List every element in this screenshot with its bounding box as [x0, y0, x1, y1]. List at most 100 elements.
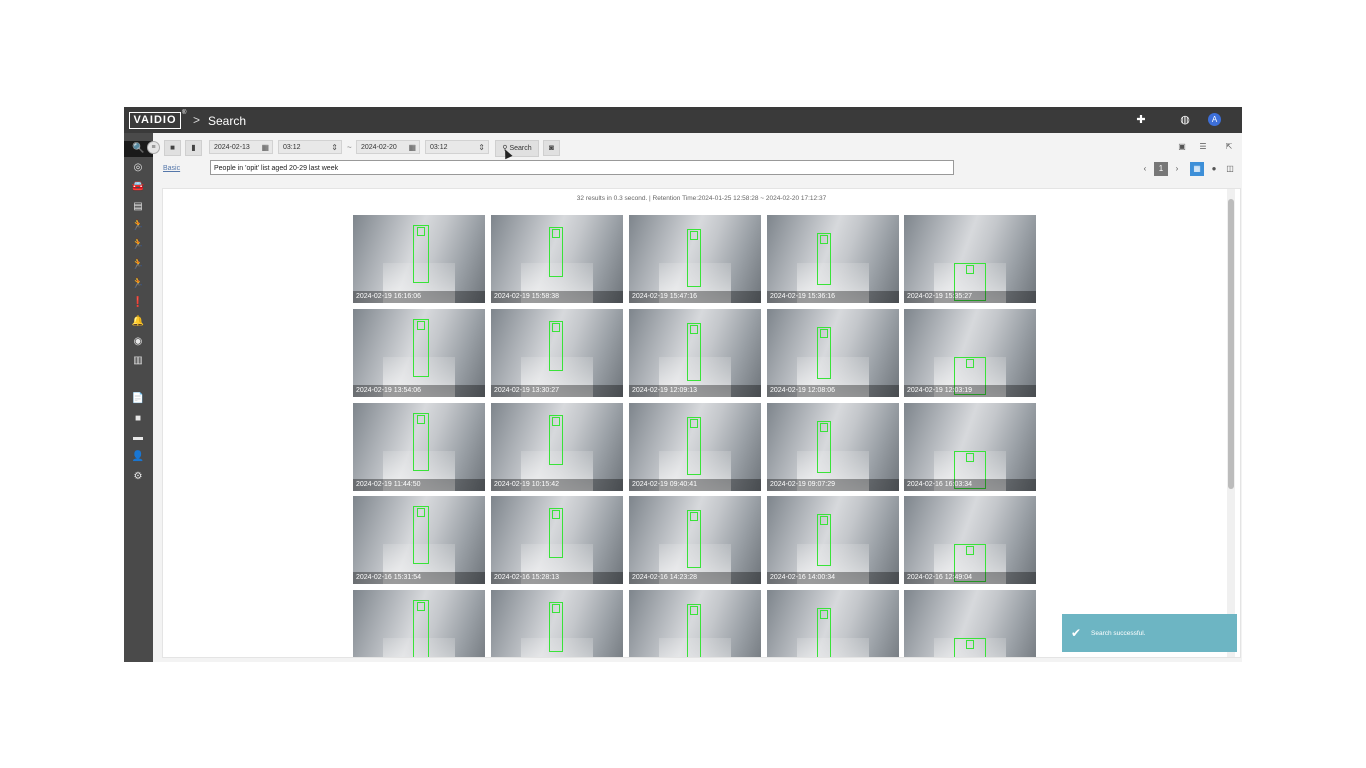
search-button-label: Search [509, 145, 532, 152]
result-timestamp: 2024-02-19 09:40:41 [629, 479, 761, 491]
face-box [690, 606, 698, 615]
corridor-floor [797, 638, 869, 657]
start-date-input[interactable]: 2024-02-13 ▦ [209, 140, 273, 154]
document-icon[interactable]: 📄 [130, 391, 146, 407]
result-thumbnail[interactable] [767, 590, 899, 657]
result-thumbnail[interactable]: 2024-02-16 15:31:54 [353, 496, 485, 584]
result-thumbnail[interactable]: 2024-02-19 11:44:50 [353, 403, 485, 491]
query-input[interactable]: People in 'opit' list aged 20-29 last we… [210, 160, 954, 175]
toast-message: Search successful. [1091, 630, 1146, 637]
result-thumbnail[interactable]: 2024-02-19 15:47:16 [629, 215, 761, 303]
result-thumbnail[interactable]: 2024-02-19 12:09:13 [629, 309, 761, 397]
person-action-icon[interactable]: 🏃 [130, 276, 146, 292]
result-timestamp: 2024-02-19 12:09:13 [629, 385, 761, 397]
result-thumbnail[interactable]: 2024-02-19 12:03:19 [904, 309, 1036, 397]
alert-icon[interactable]: ❗ [130, 295, 146, 311]
end-time-input[interactable]: 03:12 ⇕ [425, 140, 489, 154]
avatar[interactable]: A [1208, 113, 1221, 126]
person-run-icon[interactable]: 🏃 [130, 218, 146, 234]
puzzle-icon[interactable]: ✚ [1134, 113, 1148, 127]
result-timestamp: 2024-02-19 15:47:16 [629, 291, 761, 303]
list-icon[interactable]: ☰ [1196, 140, 1210, 154]
face-box [417, 508, 425, 517]
tag-icon[interactable]: ▬ [130, 430, 146, 446]
result-thumbnail[interactable]: 2024-02-19 13:54:06 [353, 309, 485, 397]
result-thumbnail[interactable] [904, 590, 1036, 657]
result-thumbnail[interactable]: 2024-02-19 15:58:38 [491, 215, 623, 303]
result-timestamp: 2024-02-16 16:03:34 [904, 479, 1036, 491]
page-prev-button[interactable]: ‹ [1138, 162, 1152, 176]
sidebar: 🔍 ◎ 🚘 ▤ 🏃 🏃 🏃 🏃 ❗ 🔔 ◉ ▥ 📄 ■ ▬ 👤 ⚙ [124, 133, 153, 662]
result-timestamp: 2024-02-19 15:35:27 [904, 291, 1036, 303]
result-thumbnail[interactable]: 2024-02-19 09:40:41 [629, 403, 761, 491]
result-thumbnail[interactable]: 2024-02-19 15:35:27 [904, 215, 1036, 303]
calendar-icon[interactable]: ▦ [408, 141, 416, 155]
result-thumbnail[interactable]: 2024-02-16 14:00:34 [767, 496, 899, 584]
result-timestamp: 2024-02-16 14:00:34 [767, 572, 899, 584]
face-box [966, 359, 974, 368]
search-button[interactable]: ⚲ Search [495, 140, 539, 157]
person-fall-icon[interactable]: 🏃 [130, 237, 146, 253]
result-timestamp: 2024-02-19 13:54:06 [353, 385, 485, 397]
grid-view-icon[interactable]: ▦ [1190, 162, 1204, 176]
face-box [552, 323, 560, 332]
time-spinner-icon[interactable]: ⇕ [478, 141, 485, 155]
scan-icon[interactable]: ◉ [130, 334, 146, 350]
car-icon[interactable]: 🚘 [130, 179, 146, 195]
vaidio-logo[interactable]: VAIDIO [129, 112, 181, 129]
person-slide-icon[interactable]: 🏃 [130, 257, 146, 273]
sidebar-collapse-icon[interactable]: ≡ [147, 141, 160, 154]
globe-icon[interactable]: ◍ [1178, 113, 1192, 127]
video-icon[interactable]: ■ [130, 411, 146, 427]
result-timestamp: 2024-02-16 14:23:28 [629, 572, 761, 584]
result-thumbnail[interactable] [491, 590, 623, 657]
result-thumbnail[interactable]: 2024-02-19 09:07:29 [767, 403, 899, 491]
results-scrollbar[interactable] [1227, 189, 1235, 657]
page-current[interactable]: 1 [1154, 162, 1168, 176]
result-thumbnail[interactable]: 2024-02-16 16:03:34 [904, 403, 1036, 491]
calendar-icon[interactable]: ▦ [261, 141, 269, 155]
face-box [417, 321, 425, 330]
end-date-input[interactable]: 2024-02-20 ▦ [356, 140, 420, 154]
breadcrumb-separator: > [193, 113, 201, 127]
settings-icon[interactable]: ⚙ [130, 469, 146, 485]
export-icon[interactable]: ⇱ [1222, 140, 1236, 154]
result-thumbnail[interactable] [353, 590, 485, 657]
save-icon[interactable]: ▣ [1175, 140, 1189, 154]
start-time-input[interactable]: 03:12 ⇕ [278, 140, 342, 154]
page-next-button[interactable]: › [1170, 162, 1184, 176]
split-view-icon[interactable]: ◫ [1223, 162, 1237, 176]
result-thumbnail[interactable]: 2024-02-19 12:08:06 [767, 309, 899, 397]
result-thumbnail[interactable]: 2024-02-19 15:36:16 [767, 215, 899, 303]
face-box [820, 516, 828, 525]
result-thumbnail[interactable]: 2024-02-16 12:49:04 [904, 496, 1036, 584]
toast-notification[interactable]: ✔ Search successful. [1062, 614, 1237, 652]
results-panel: 32 results in 0.3 second. | Retention Ti… [162, 188, 1241, 658]
result-timestamp: 2024-02-19 09:07:29 [767, 479, 899, 491]
result-thumbnail[interactable] [629, 590, 761, 657]
face-scan-icon[interactable]: ◎ [130, 160, 146, 176]
result-thumbnail[interactable]: 2024-02-16 15:28:13 [491, 496, 623, 584]
face-box [820, 235, 828, 244]
chart-icon[interactable]: ▥ [130, 353, 146, 369]
time-spinner-icon[interactable]: ⇕ [331, 141, 338, 155]
bell-icon[interactable]: 🔔 [130, 314, 146, 330]
camera-filter-button[interactable]: ■ [164, 140, 181, 156]
face-box [690, 512, 698, 521]
user-icon[interactable]: 👤 [130, 449, 146, 465]
result-timestamp: 2024-02-16 15:28:13 [491, 572, 623, 584]
face-box [417, 602, 425, 611]
scrollbar-thumb[interactable] [1228, 199, 1234, 489]
face-box [820, 610, 828, 619]
result-thumbnail[interactable]: 2024-02-16 14:23:28 [629, 496, 761, 584]
snapshot-button[interactable]: ◙ [543, 140, 560, 156]
result-thumbnail[interactable]: 2024-02-19 16:16:06 [353, 215, 485, 303]
map-view-icon[interactable]: ● [1207, 162, 1221, 176]
file-filter-button[interactable]: ▮ [185, 140, 202, 156]
result-thumbnail[interactable]: 2024-02-19 10:15:42 [491, 403, 623, 491]
id-card-icon[interactable]: ▤ [130, 199, 146, 215]
face-box [417, 227, 425, 236]
basic-mode-link[interactable]: Basic [163, 165, 180, 172]
result-thumbnail[interactable]: 2024-02-19 13:30:27 [491, 309, 623, 397]
result-timestamp: 2024-02-16 15:31:54 [353, 572, 485, 584]
